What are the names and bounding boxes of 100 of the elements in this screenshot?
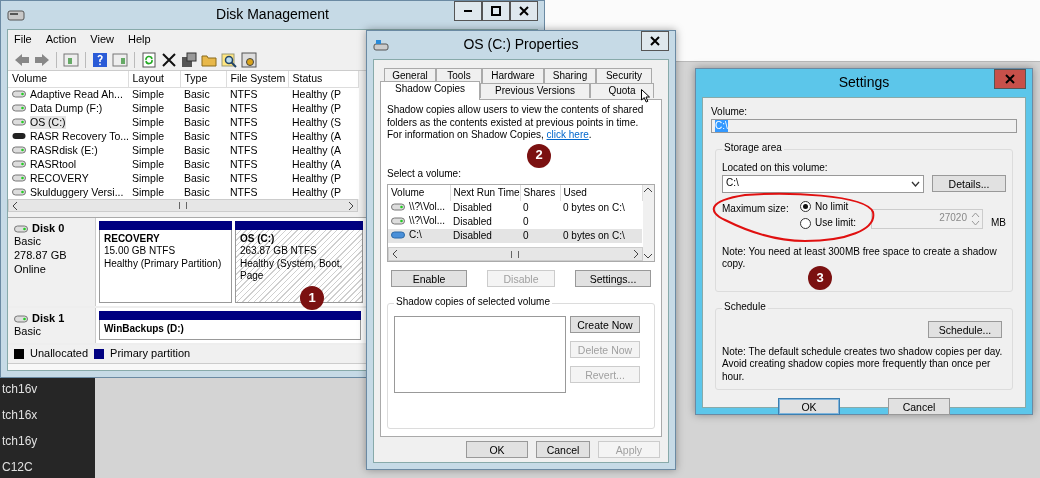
- table-cell: Disabled: [453, 201, 492, 213]
- close-icon: [1005, 74, 1015, 84]
- dropdown[interactable]: C:\: [722, 174, 924, 193]
- radio-option[interactable]: No limit: [800, 200, 857, 213]
- column-header[interactable]: Type: [180, 71, 226, 88]
- drive-icon: [12, 132, 26, 141]
- table-cell: \\?\Vol...: [409, 215, 446, 228]
- help-link[interactable]: click here: [546, 129, 589, 140]
- partition-info: 263.87 GB NTFS: [240, 245, 318, 258]
- sidebar-label: tch16y: [1, 434, 39, 449]
- radio-option[interactable]: Use limit:: [800, 217, 857, 230]
- schedule-button[interactable]: Schedule...: [928, 320, 1002, 338]
- maximize-icon: [491, 6, 501, 16]
- table-cell: Healthy (A: [292, 129, 342, 142]
- maximize-button[interactable]: [482, 1, 510, 21]
- column-header[interactable]: Shares: [520, 185, 560, 201]
- table-cell: Disabled: [453, 229, 492, 241]
- shadow-copy-list[interactable]: [394, 316, 566, 393]
- back-arrow-icon[interactable]: [14, 51, 30, 68]
- spin-arrows-icon: [971, 210, 980, 227]
- sidebar-label: tch16x: [1, 408, 39, 423]
- table-cell: Simple: [132, 185, 165, 198]
- forward-arrow-icon[interactable]: [34, 51, 50, 68]
- column-header[interactable]: Volume: [8, 71, 128, 88]
- details-button[interactable]: Details...: [932, 175, 1006, 192]
- dialog-button[interactable]: OK: [778, 398, 840, 415]
- close-button[interactable]: [641, 31, 669, 51]
- minimize-button[interactable]: [454, 1, 482, 21]
- window-title: Disk Management: [216, 6, 329, 23]
- close-button[interactable]: [510, 1, 538, 21]
- vertical-scrollbar[interactable]: [642, 185, 654, 261]
- partition-block[interactable]: WinBackups (D:): [99, 319, 361, 341]
- dialog-button[interactable]: Cancel: [536, 441, 590, 458]
- table-cell: Basic: [184, 185, 210, 198]
- disk-name: Disk 0: [32, 221, 65, 236]
- tab[interactable]: Previous Versions: [480, 83, 590, 98]
- table-cell: Skulduggery Versi...: [30, 185, 124, 199]
- properties-icon[interactable]: [181, 51, 197, 68]
- panel-icon[interactable]: [63, 51, 79, 68]
- column-header[interactable]: Layout: [128, 71, 180, 88]
- drive-icon: [12, 118, 26, 127]
- chevron-down-icon: [911, 180, 920, 187]
- dialog-button[interactable]: Settings...: [575, 270, 651, 287]
- menu-item[interactable]: Help: [127, 33, 151, 47]
- disk-info: Online: [14, 262, 47, 277]
- menu-item[interactable]: View: [90, 33, 114, 47]
- table-cell: RECOVERY: [30, 171, 89, 185]
- menu-item[interactable]: File: [14, 33, 32, 47]
- partition-block[interactable]: RECOVERY 15.00 GB NTFS Healthy (Primary Partition): [99, 229, 232, 303]
- description-text: Shadow copies allow users to view the contents of shared folders as the contents existed at previous points in time. For information on Shadow Copies, click here.: [387, 104, 645, 142]
- table-cell: Basic: [184, 171, 210, 184]
- table-cell: Simple: [132, 115, 165, 128]
- tab[interactable]: Hardware: [482, 68, 544, 83]
- step-marker: 2: [527, 143, 551, 168]
- column-header[interactable]: Volume: [388, 185, 450, 201]
- settings-icon[interactable]: [241, 51, 257, 68]
- table-cell: Disabled: [453, 215, 492, 227]
- horizontal-scrollbar[interactable]: [388, 247, 643, 261]
- drive-icon: [12, 160, 26, 169]
- menu-item[interactable]: Action: [45, 33, 77, 47]
- table-cell: Data Dump (F:): [30, 101, 103, 115]
- column-header[interactable]: Used: [560, 185, 642, 201]
- table-cell: RASRtool: [30, 157, 77, 171]
- tab[interactable]: Shadow Copies: [380, 81, 480, 100]
- dialog-button[interactable]: Enable: [391, 270, 467, 287]
- tab[interactable]: Security: [596, 68, 652, 83]
- table-cell: NTFS: [230, 157, 258, 170]
- delete-icon[interactable]: [161, 51, 177, 68]
- partition-info: 15.00 GB NTFS: [104, 245, 177, 258]
- drive-icon: [14, 224, 28, 233]
- table-cell: NTFS: [230, 115, 258, 128]
- dialog-title: OS (C:) Properties: [463, 36, 579, 53]
- field-label: Maximum size:: [722, 202, 790, 215]
- dialog-button[interactable]: Create Now: [570, 316, 640, 333]
- spin-value: 27020: [939, 212, 967, 225]
- panel-icon[interactable]: [112, 51, 128, 68]
- disk-name: Disk 1: [32, 311, 65, 326]
- help-icon[interactable]: [92, 51, 108, 68]
- column-header[interactable]: Status: [288, 71, 358, 88]
- dialog-button[interactable]: Cancel: [888, 398, 950, 415]
- field-label: Located on this volume:: [722, 162, 829, 175]
- group-title: Schedule: [722, 300, 768, 313]
- dialog-button[interactable]: OK: [466, 441, 528, 458]
- field-label: Volume:: [711, 106, 749, 119]
- column-header[interactable]: Next Run Time: [450, 185, 520, 201]
- column-header[interactable]: File System: [226, 71, 288, 88]
- group-title: Storage area: [722, 142, 784, 155]
- horizontal-scrollbar[interactable]: [8, 199, 358, 212]
- table-cell: OS (C:): [30, 115, 66, 129]
- table-cell: Basic: [184, 157, 210, 170]
- table-cell: Healthy (P: [292, 171, 342, 184]
- magnifier-icon[interactable]: [221, 51, 237, 68]
- table-cell: C:\: [409, 229, 422, 242]
- table-cell: Simple: [132, 171, 165, 184]
- table-cell: RASR Recovery To...: [30, 129, 129, 143]
- tab[interactable]: Quota: [590, 83, 654, 98]
- table-cell: 0: [523, 201, 529, 213]
- tab[interactable]: Sharing: [544, 68, 596, 83]
- disk-info: Basic: [14, 325, 42, 340]
- table-cell: Basic: [184, 101, 210, 114]
